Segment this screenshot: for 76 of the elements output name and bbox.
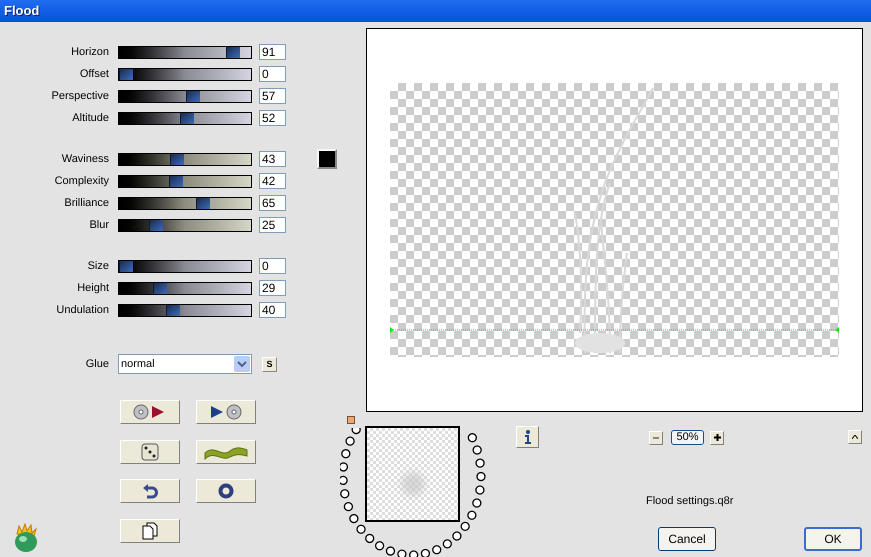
slider-label: Undulation (55, 302, 110, 318)
zoom-field[interactable]: 50% (671, 430, 704, 445)
glue-dropdown[interactable]: normal (118, 354, 252, 374)
value-field[interactable]: 57 (259, 88, 286, 104)
thumbnail-smudge (400, 472, 424, 496)
randomize-button[interactable] (120, 440, 180, 464)
ok-button[interactable]: OK (804, 527, 862, 551)
slider-thumb[interactable] (153, 282, 168, 294)
slider-label: Waviness (60, 152, 110, 167)
slider-track[interactable] (118, 112, 252, 124)
arrow-disc-icon (209, 404, 243, 420)
value-field[interactable]: 42 (259, 173, 286, 189)
slider-track[interactable] (118, 282, 252, 294)
settings-filename: Flood settings.q8r (646, 494, 734, 509)
ring-icon (218, 483, 234, 499)
info-icon (524, 430, 532, 444)
slider-track[interactable] (118, 152, 252, 166)
plus-icon (714, 434, 720, 441)
caret-up-icon (852, 435, 858, 439)
slider-thumb[interactable] (186, 90, 200, 102)
slider-track[interactable] (118, 304, 252, 316)
slider-track[interactable] (118, 68, 252, 80)
slider-thumb[interactable] (119, 260, 133, 272)
slider-label: Complexity (54, 174, 110, 189)
value-field[interactable]: 0 (259, 258, 286, 274)
value-field[interactable]: 25 (259, 217, 286, 233)
info-button[interactable] (516, 426, 539, 448)
cancel-button[interactable]: Cancel (658, 526, 716, 550)
value-field[interactable]: 29 (259, 280, 286, 296)
slider-label: Perspective (50, 88, 110, 104)
collapse-button[interactable] (848, 430, 862, 444)
handle-marker[interactable] (347, 416, 355, 424)
slider-thumb[interactable] (166, 304, 180, 316)
slider-track[interactable] (118, 46, 252, 58)
slider-thumb[interactable] (226, 46, 240, 58)
value-field[interactable]: 91 (259, 44, 286, 60)
glue-label: Glue (84, 356, 110, 372)
slider-thumb[interactable] (168, 176, 183, 186)
zoom-in-button[interactable] (710, 430, 724, 444)
slider-track[interactable] (118, 196, 252, 210)
slider-label: Brilliance (63, 196, 110, 211)
minus-icon (653, 436, 659, 438)
value-field[interactable]: 52 (259, 110, 286, 126)
slider-thumb[interactable] (180, 112, 194, 124)
slider-label: Offset (78, 66, 110, 82)
undo-button[interactable] (120, 479, 180, 503)
app-logo-icon (12, 523, 39, 553)
pages-icon (142, 522, 158, 540)
slider-label: Size (86, 258, 110, 274)
slider-thumb[interactable] (196, 198, 210, 208)
value-field[interactable]: 40 (259, 302, 286, 318)
slider-label: Horizon (70, 44, 110, 60)
slider-thumb[interactable] (170, 154, 184, 164)
value-field[interactable]: 65 (259, 195, 286, 211)
slider-track[interactable] (118, 218, 252, 232)
slider-track[interactable] (118, 260, 252, 272)
s-button[interactable]: S (262, 356, 277, 372)
wave-button[interactable] (196, 440, 256, 464)
value-field[interactable]: 43 (259, 151, 286, 167)
zoom-out-button[interactable] (649, 430, 663, 444)
dice-icon (141, 443, 159, 461)
slider-label: Altitude (71, 110, 110, 126)
slider-thumb[interactable] (119, 68, 133, 80)
save-preset-button[interactable] (196, 400, 256, 424)
value-field[interactable]: 0 (259, 66, 286, 82)
slider-track[interactable] (118, 174, 252, 188)
slider-thumb[interactable] (148, 220, 162, 230)
slider-track[interactable] (118, 90, 252, 102)
copy-button[interactable] (120, 519, 180, 543)
slider-label: Blur (88, 218, 110, 233)
window-title: Flood (4, 2, 40, 20)
reset-button[interactable] (196, 479, 256, 503)
slider-label: Height (76, 280, 110, 296)
color-swatch[interactable] (317, 149, 337, 169)
undo-arrow-icon (142, 483, 158, 499)
load-preset-button[interactable] (120, 400, 180, 424)
